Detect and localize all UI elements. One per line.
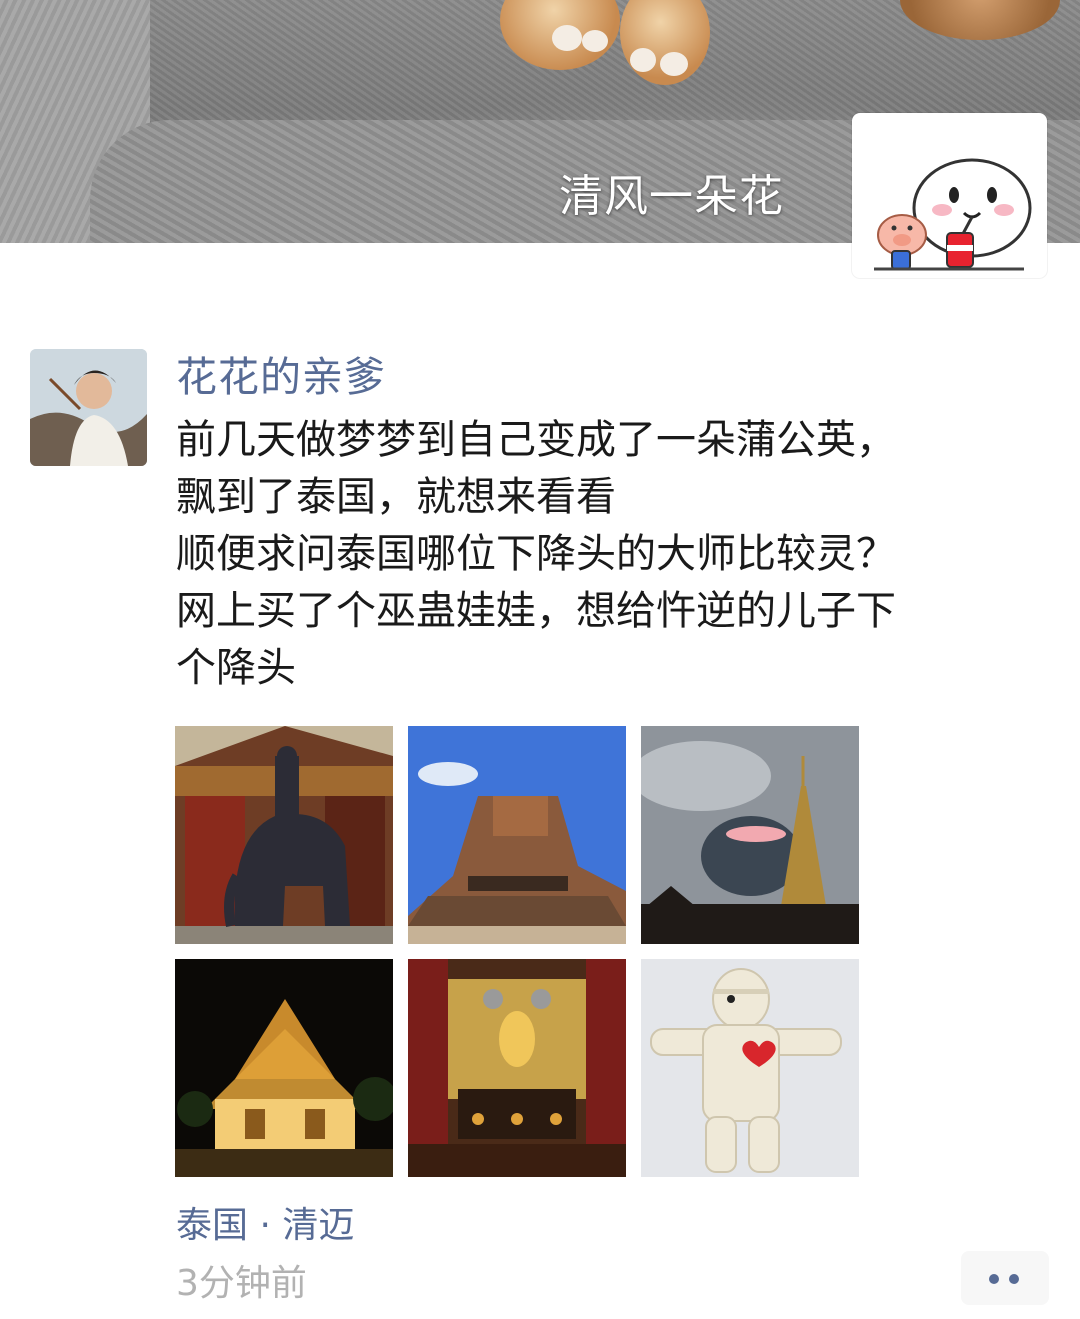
post-text-line: 前几天做梦梦到自己变成了一朵蒲公英， <box>176 417 896 463</box>
cloudy-pagoda-photo[interactable] <box>641 726 859 944</box>
post-text-line: 顺便求问泰国哪位下降头的大师比较灵？ <box>176 531 896 577</box>
more-dots-icon <box>1009 1274 1019 1284</box>
post-text: 前几天做梦梦到自己变成了一朵蒲公英， 飘到了泰国，就想来看看 顺便求问泰国哪位下… <box>176 412 1016 697</box>
post-text-line: 网上买了个巫蛊娃娃，想给忤逆的儿子下 <box>176 588 896 634</box>
altar-photo[interactable] <box>408 959 626 1177</box>
image-grid <box>175 726 859 1177</box>
elephant-statue-photo[interactable] <box>175 726 393 944</box>
cat-body <box>900 0 1060 40</box>
post-text-line: 个降头 <box>176 645 296 691</box>
temple-ruins-photo[interactable] <box>408 726 626 944</box>
author-name[interactable]: 花花的亲爹 <box>176 343 386 403</box>
sticker-avatar-icon <box>874 158 1032 271</box>
post-text-line: 飘到了泰国，就想来看看 <box>176 474 616 520</box>
person-portrait-icon <box>30 349 147 466</box>
night-temple-photo[interactable] <box>175 959 393 1177</box>
more-dots-icon <box>989 1274 999 1284</box>
profile-avatar[interactable] <box>852 113 1047 278</box>
cat-paw-left <box>500 0 620 70</box>
post-time: 3分钟前 <box>176 1263 307 1304</box>
author-avatar[interactable] <box>30 349 147 466</box>
post-location[interactable]: 泰国 · 清迈 <box>176 1196 354 1248</box>
cover-username: 清风一朵花 <box>559 171 784 222</box>
more-options-button[interactable] <box>961 1251 1049 1305</box>
voodoo-doll-photo[interactable] <box>641 959 859 1177</box>
cat-paw-right <box>620 0 710 85</box>
